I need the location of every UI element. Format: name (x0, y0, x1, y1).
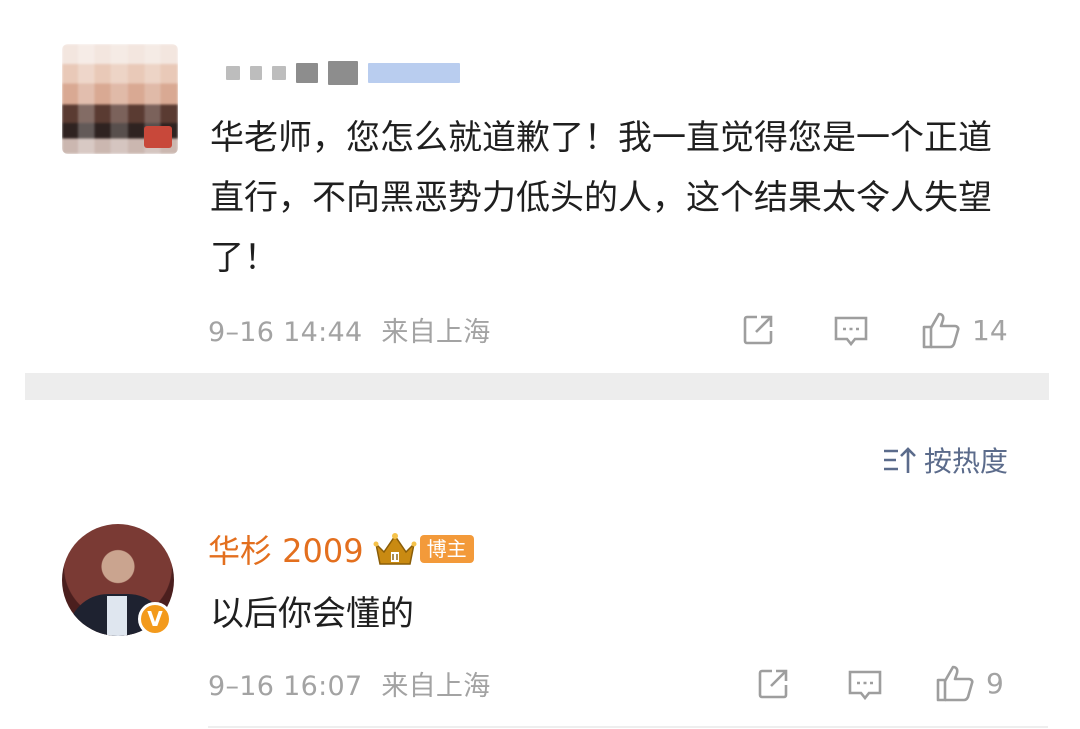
sort-icon (883, 447, 916, 473)
comment-time: 9–16 16:07 (208, 671, 363, 702)
share-icon (743, 315, 773, 345)
share-icon (758, 669, 788, 699)
comment-meta: 9–16 16:07 来自上海 (208, 664, 491, 703)
username-row[interactable]: 华杉 2009 博主 (208, 526, 474, 572)
avatar-badge (144, 126, 172, 148)
comment-icon (848, 670, 882, 701)
sort-label: 按热度 (923, 445, 1008, 478)
username[interactable]: 华杉 2009 (208, 526, 364, 572)
comment-time: 9–16 14:44 (208, 317, 363, 348)
thumbs-up-icon (936, 665, 974, 702)
blogger-tag: 博主 (419, 535, 474, 563)
comment-meta: 9–16 14:44 来自上海 (208, 310, 491, 349)
comment-location: 来自上海 (381, 317, 491, 348)
username-pixelated[interactable] (226, 56, 460, 90)
like-button[interactable]: 9 (934, 662, 1004, 704)
section-divider (25, 373, 1049, 400)
thumbs-up-icon (922, 312, 960, 349)
comment-text: 以后你会懂的 (210, 594, 414, 634)
share-button[interactable] (755, 666, 791, 702)
sort-by-hot-button[interactable]: 按热度 (882, 440, 1008, 480)
avatar[interactable] (62, 44, 178, 154)
like-button[interactable]: 14 (920, 309, 1008, 351)
like-count: 9 (986, 666, 1004, 700)
comment-location: 来自上海 (381, 671, 491, 702)
bottom-divider (208, 726, 1048, 728)
comment-text: 华老师，您怎么就道歉了！我一直觉得您是一个正道直行，不向黑恶势力低头的人，这个结… (210, 118, 992, 278)
share-button[interactable] (740, 312, 776, 348)
crown-icon (373, 533, 417, 565)
comment-button[interactable] (846, 666, 884, 704)
like-count: 14 (972, 313, 1008, 347)
comment-icon (834, 316, 868, 347)
comment-button[interactable] (832, 312, 870, 350)
verified-badge: V (138, 602, 172, 636)
